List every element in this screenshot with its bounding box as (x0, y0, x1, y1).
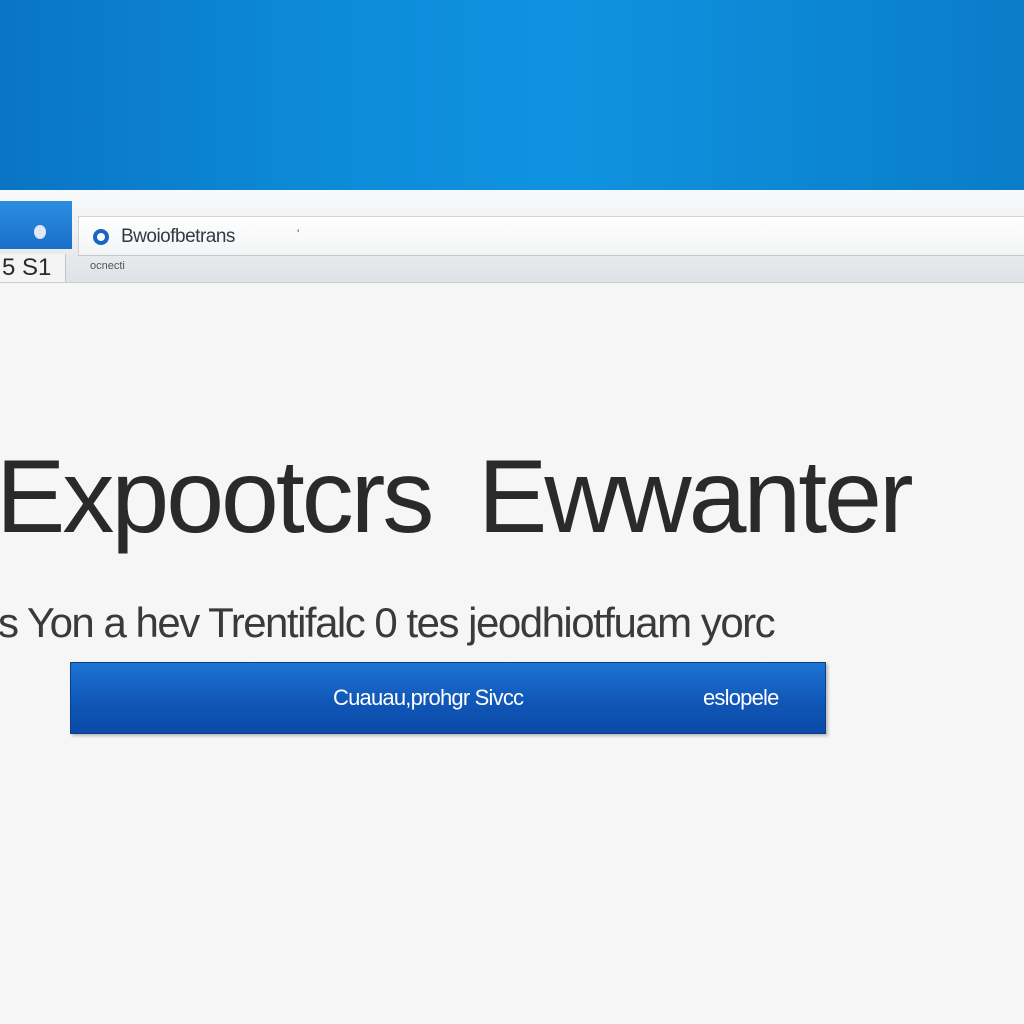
hero-headline-left: Expootcrs (0, 439, 434, 555)
page: 5 S1 Bwoiofbetrans ' ocnecti Expootcrs E… (0, 0, 1024, 1024)
hero-headline-right: Ewwanter (478, 439, 914, 555)
side-tab-label: 5 S1 (0, 254, 66, 282)
primary-cta-button[interactable]: Cuauau,prohgr Sivcc eslopele (70, 662, 826, 734)
tab-sub-label: ocnecti (90, 260, 125, 272)
tab-title: Bwoiofbetrans (121, 226, 235, 247)
tab-indicator-icon (34, 225, 46, 239)
close-icon[interactable]: ' (297, 227, 299, 241)
header-banner (0, 0, 1024, 190)
cta-button-secondary-label: eslopele (703, 685, 779, 710)
browser-tab[interactable]: Bwoiofbetrans ' (78, 216, 1024, 256)
cta-button-label: Cuauau,prohgr Sivcc (333, 685, 524, 710)
globe-icon (93, 229, 109, 245)
active-side-tab[interactable] (0, 201, 72, 249)
hero-subtitle: s Yon a hev Trentifalc 0 tes jeodhiotfua… (0, 599, 776, 646)
